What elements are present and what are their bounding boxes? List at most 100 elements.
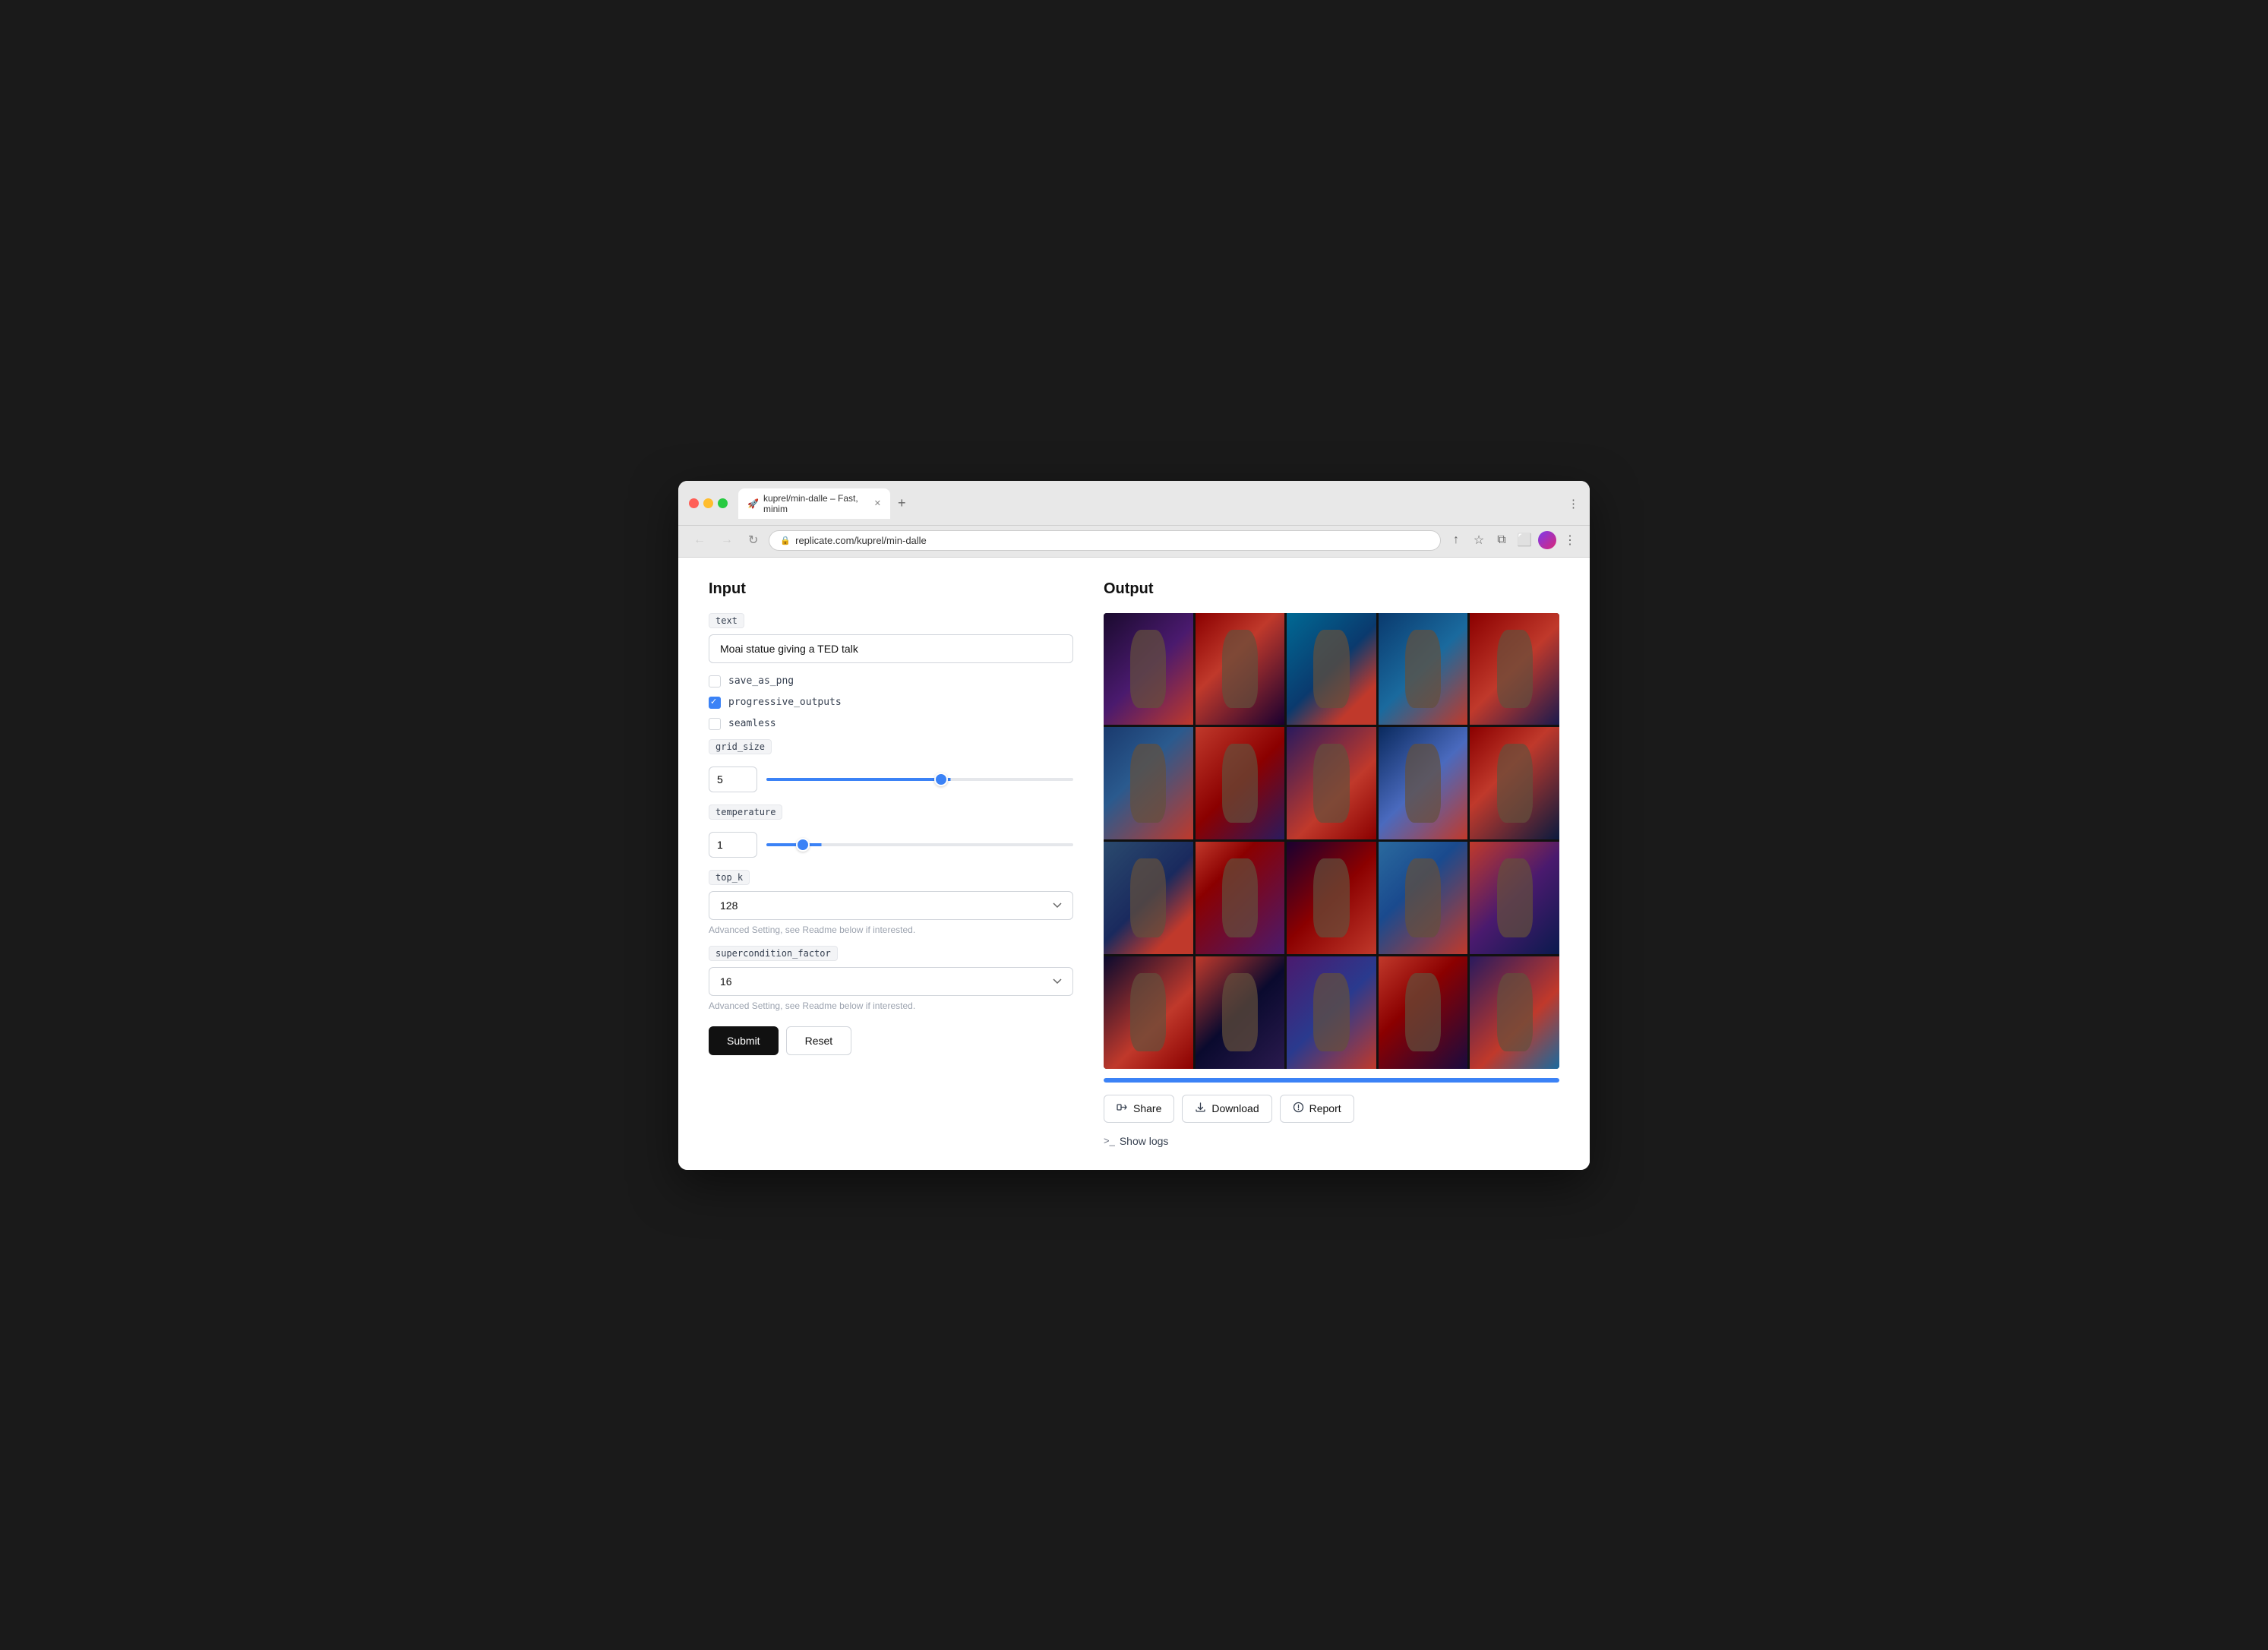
top-k-section: top_k 128 256 512 1024 2048 Advanced Set… [709,870,1073,935]
minimize-window-button[interactable] [703,498,713,508]
temperature-section: temperature [709,804,1073,858]
temperature-slider-row [709,832,1073,858]
grid-cell-14 [1379,842,1468,954]
grid-cell-16 [1104,956,1193,1069]
grid-size-section: grid_size [709,739,1073,792]
progress-bar-fill [1104,1078,1559,1083]
grid-cell-2 [1196,613,1285,725]
grid-cell-4 [1379,613,1468,725]
maximize-window-button[interactable] [718,498,728,508]
grid-cell-11 [1104,842,1193,954]
submit-button[interactable]: Submit [709,1026,779,1055]
temperature-slider[interactable] [766,843,1073,846]
grid-cell-8 [1287,727,1376,839]
supercondition-helper: Advanced Setting, see Readme below if in… [709,1000,1073,1011]
star-icon[interactable]: ☆ [1470,531,1488,549]
grid-cell-13 [1287,842,1376,954]
reset-button[interactable]: Reset [786,1026,852,1055]
download-button[interactable]: Download [1182,1095,1271,1123]
download-label: Download [1211,1102,1259,1114]
show-logs-label: Show logs [1120,1135,1169,1147]
supercondition-select[interactable]: 16 4 8 32 [709,967,1073,996]
top-k-helper: Advanced Setting, see Readme below if in… [709,925,1073,935]
grid-cell-12 [1196,842,1285,954]
grid-cell-5 [1470,613,1559,725]
grid-cell-7 [1196,727,1285,839]
grid-cell-9 [1379,727,1468,839]
output-image-grid [1104,613,1559,1069]
address-bar-row: ← → ↻ 🔒 replicate.com/kuprel/min-dalle ↑… [678,526,1590,558]
menu-icon[interactable]: ⋮ [1561,531,1579,549]
save-as-png-row: save_as_png [709,675,1073,688]
grid-cell-6 [1104,727,1193,839]
grid-size-slider-row [709,767,1073,792]
input-panel: Input text save_as_png progressive_outpu… [709,580,1073,1147]
share-icon [1117,1102,1128,1116]
report-label: Report [1309,1102,1341,1114]
upload-icon[interactable]: ↑ [1447,531,1465,549]
tab-title: kuprel/min-dalle – Fast, minim [763,493,867,514]
logs-arrow-icon: >_ [1104,1135,1115,1146]
grid-cell-17 [1196,956,1285,1069]
grid-cell-20 [1470,956,1559,1069]
profile-icon[interactable] [1538,531,1556,549]
save-as-png-label: save_as_png [728,675,794,687]
progress-bar-container [1104,1078,1559,1083]
seamless-checkbox[interactable] [709,718,721,730]
lock-icon: 🔒 [780,536,791,545]
traffic-lights [689,498,728,508]
grid-cell-15 [1470,842,1559,954]
url-text: replicate.com/kuprel/min-dalle [795,535,927,546]
refresh-button[interactable]: ↻ [744,531,763,549]
temperature-number-input[interactable] [709,832,757,858]
back-button[interactable]: ← [689,532,710,548]
action-buttons: Share Download [1104,1095,1559,1123]
browser-menu-icon[interactable]: ⋮ [1568,497,1579,510]
save-as-png-checkbox[interactable] [709,675,721,688]
share-label: Share [1133,1102,1161,1114]
forward-button[interactable]: → [716,532,738,548]
toolbar-actions: ↑ ☆ ⧉ ⬜ ⋮ [1447,531,1579,549]
new-tab-button[interactable]: + [893,494,911,513]
progressive-outputs-label: progressive_outputs [728,697,842,708]
extensions-icon[interactable]: ⧉ [1493,531,1511,549]
top-k-label: top_k [709,870,750,885]
close-window-button[interactable] [689,498,699,508]
browser-toolbar: 🚀 kuprel/min-dalle – Fast, minim ✕ + ⋮ [678,481,1590,526]
input-title: Input [709,580,1073,598]
seamless-row: seamless [709,718,1073,730]
page-content: Input text save_as_png progressive_outpu… [678,558,1590,1170]
top-k-select[interactable]: 128 256 512 1024 2048 [709,891,1073,920]
grid-cell-10 [1470,727,1559,839]
output-panel: Output [1104,580,1559,1147]
tab-close-button[interactable]: ✕ [874,498,881,508]
share-button[interactable]: Share [1104,1095,1174,1123]
temperature-label: temperature [709,804,782,820]
grid-cell-19 [1379,956,1468,1069]
browser-window: 🚀 kuprel/min-dalle – Fast, minim ✕ + ⋮ ←… [678,481,1590,1170]
text-field-section: text [709,613,1073,675]
progressive-outputs-row: progressive_outputs [709,697,1073,709]
tab-bar: 🚀 kuprel/min-dalle – Fast, minim ✕ + [738,488,911,519]
grid-size-number-input[interactable] [709,767,757,792]
grid-size-slider[interactable] [766,778,1073,781]
report-button[interactable]: Report [1280,1095,1354,1123]
text-input[interactable] [709,634,1073,663]
grid-cell-1 [1104,613,1193,725]
download-icon [1195,1102,1206,1116]
active-tab[interactable]: 🚀 kuprel/min-dalle – Fast, minim ✕ [738,488,890,519]
grid-size-label: grid_size [709,739,772,754]
seamless-label: seamless [728,718,776,729]
grid-cell-3 [1287,613,1376,725]
report-icon [1293,1102,1304,1116]
output-title: Output [1104,580,1559,598]
grid-cell-18 [1287,956,1376,1069]
supercondition-label: supercondition_factor [709,946,838,961]
window-icon[interactable]: ⬜ [1515,531,1534,549]
progressive-outputs-checkbox[interactable] [709,697,721,709]
show-logs-button[interactable]: >_ Show logs [1104,1135,1168,1147]
supercondition-section: supercondition_factor 16 4 8 32 Advanced… [709,946,1073,1011]
button-row: Submit Reset [709,1026,1073,1055]
address-bar[interactable]: 🔒 replicate.com/kuprel/min-dalle [769,530,1441,551]
text-field-label: text [709,613,744,628]
